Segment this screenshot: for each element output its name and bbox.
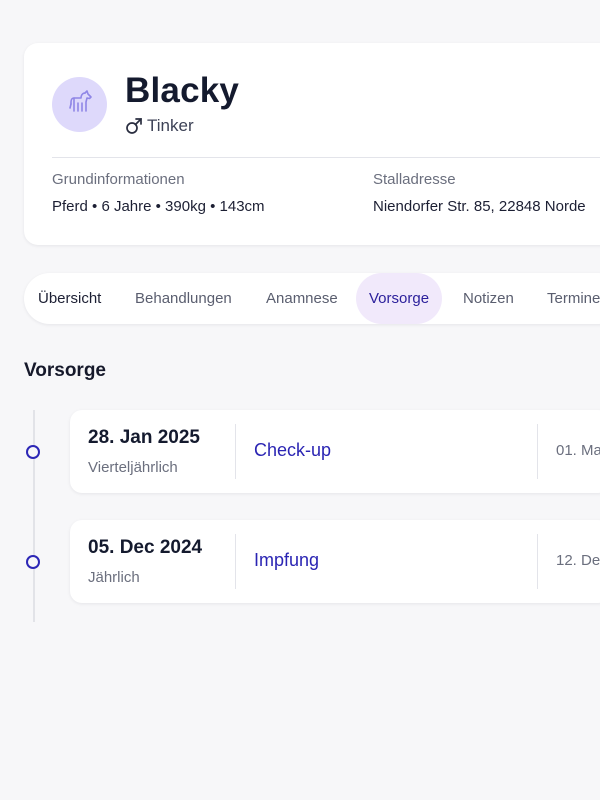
- stable-address-value: Niendorfer Str. 85, 22848 Norde: [373, 198, 586, 215]
- preventive-entry-card[interactable]: 05. Dec 2024 Jährlich Impfung 12. De: [70, 520, 600, 603]
- entry-divider: [235, 424, 236, 479]
- basic-info-label: Grundinformationen: [52, 171, 185, 188]
- tab-anamnese[interactable]: Anamnese: [266, 273, 338, 324]
- entry-date: 05. Dec 2024: [88, 537, 203, 558]
- entry-frequency: Jährlich: [88, 569, 140, 586]
- basic-info-value: Pferd • 6 Jahre • 390kg • 143cm: [52, 198, 265, 215]
- entry-type: Check-up: [254, 440, 332, 460]
- male-gender-icon: [125, 117, 143, 135]
- entry-divider: [235, 534, 236, 589]
- tab-termine[interactable]: Termine: [547, 273, 600, 324]
- profile-card: Blacky Tinker Grundinformationen Pferd •…: [24, 43, 600, 245]
- tab-behandlungen[interactable]: Behandlungen: [135, 273, 232, 324]
- entry-frequency: Vierteljährlich: [88, 459, 178, 476]
- entry-divider: [537, 424, 538, 479]
- stable-address-label: Stalladresse: [373, 171, 456, 188]
- avatar: [52, 77, 107, 132]
- entry-type: Impfung: [254, 550, 320, 570]
- tab-vorsorge[interactable]: Vorsorge: [356, 273, 443, 324]
- timeline-dot: [26, 445, 40, 459]
- breed-row: Tinker: [125, 116, 194, 136]
- pet-name: Blacky: [125, 71, 240, 110]
- timeline-dot: [26, 555, 40, 569]
- entry-next-date: 12. De: [556, 552, 600, 569]
- entry-date: 28. Jan 2025: [88, 427, 200, 448]
- tab-bar: Übersicht Behandlungen Anamnese Vorsorge…: [24, 273, 600, 324]
- horse-icon: [66, 88, 94, 121]
- timeline-line: [33, 410, 35, 622]
- card-divider: [52, 157, 600, 158]
- breed-label: Tinker: [147, 116, 194, 135]
- entry-next-date: 01. Ma: [556, 442, 600, 459]
- entry-divider: [537, 534, 538, 589]
- tab-uebersicht[interactable]: Übersicht: [38, 273, 101, 324]
- section-title: Vorsorge: [24, 360, 107, 381]
- preventive-entry-card[interactable]: 28. Jan 2025 Vierteljährlich Check-up 01…: [70, 410, 600, 493]
- tab-notizen[interactable]: Notizen: [463, 273, 514, 324]
